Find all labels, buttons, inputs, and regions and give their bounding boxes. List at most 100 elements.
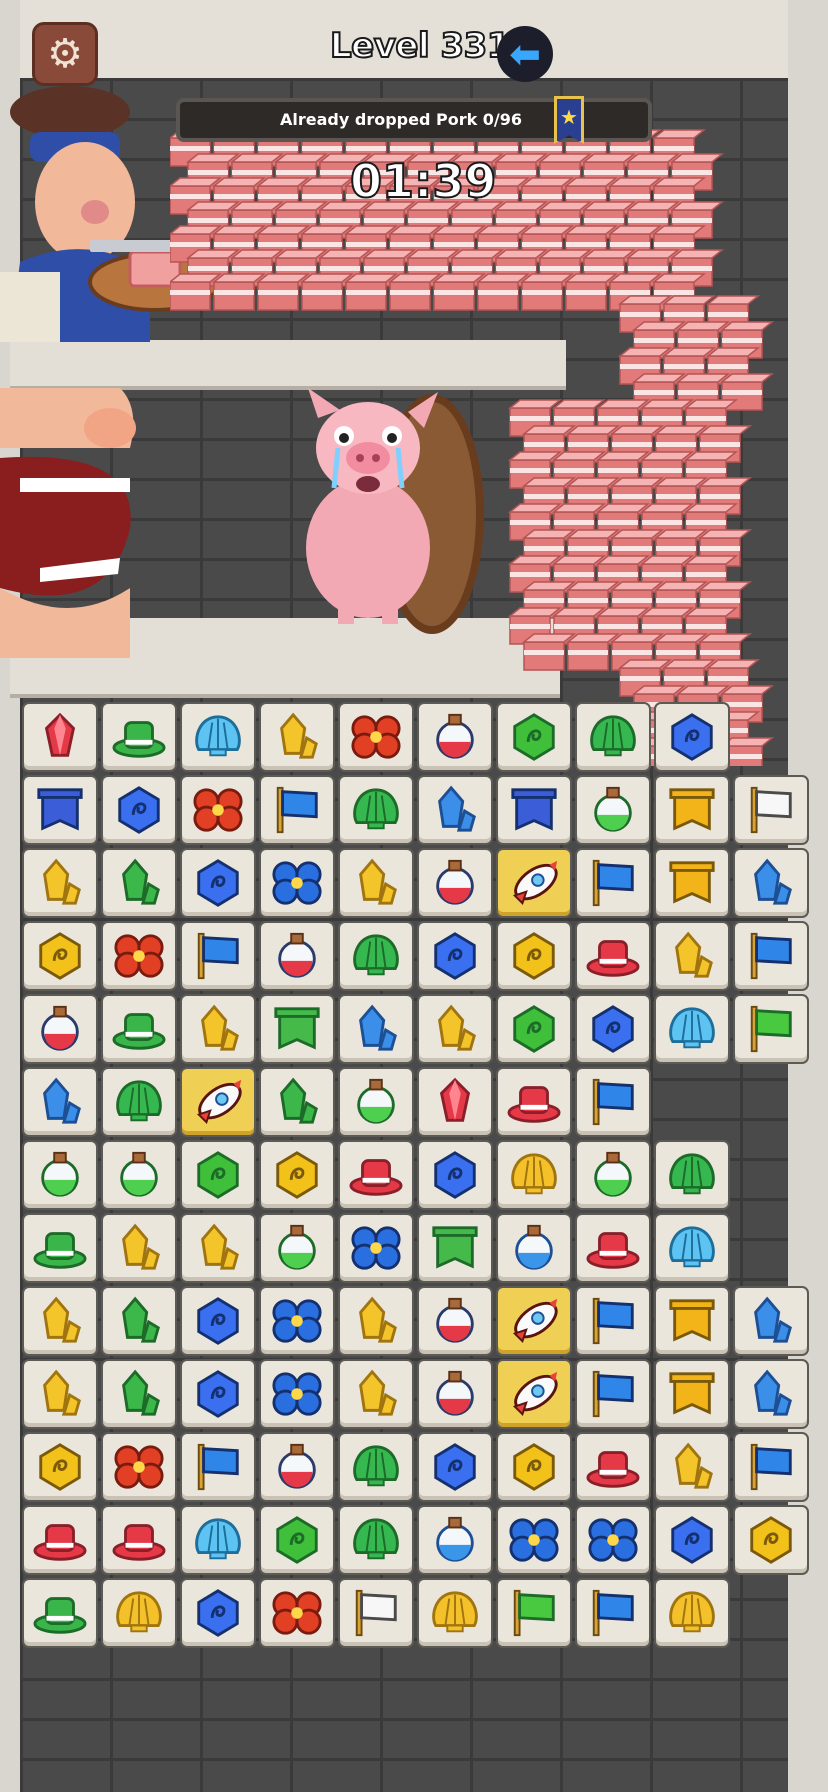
tile[interactable] [101,1140,177,1210]
tile[interactable] [22,1067,98,1137]
tile[interactable] [22,848,98,918]
tile[interactable] [654,1578,730,1648]
tile[interactable] [417,702,493,772]
tile[interactable] [496,1578,572,1648]
tile[interactable] [575,775,651,845]
tile[interactable] [259,775,335,845]
tile[interactable] [180,994,256,1064]
tile[interactable] [180,1359,256,1429]
tile[interactable] [180,775,256,845]
tile[interactable] [338,848,414,918]
tile[interactable] [180,1213,256,1283]
tile[interactable] [22,994,98,1064]
tile[interactable] [338,1286,414,1356]
tile[interactable] [101,994,177,1064]
tile[interactable] [22,1140,98,1210]
settings-button[interactable]: ⚙ [32,22,98,86]
tile[interactable] [496,1286,572,1356]
tile[interactable] [259,1505,335,1575]
tile[interactable] [101,848,177,918]
tile[interactable] [654,848,730,918]
tile[interactable] [22,1286,98,1356]
tile[interactable] [22,1213,98,1283]
tile[interactable] [259,1359,335,1429]
tile[interactable] [180,1578,256,1648]
tile[interactable] [22,921,98,991]
tile[interactable] [496,848,572,918]
tile[interactable] [733,1505,809,1575]
tile[interactable] [338,1578,414,1648]
tile[interactable] [180,1140,256,1210]
tile[interactable] [733,921,809,991]
tile[interactable] [496,994,572,1064]
tile[interactable] [654,994,730,1064]
tile[interactable] [180,848,256,918]
tile[interactable] [417,1578,493,1648]
tile[interactable] [575,1067,651,1137]
tile[interactable] [654,775,730,845]
tile[interactable] [496,1067,572,1137]
tile[interactable] [575,848,651,918]
tile[interactable] [417,1432,493,1502]
tile[interactable] [417,994,493,1064]
tile[interactable] [22,1359,98,1429]
tile[interactable] [654,1505,730,1575]
tile[interactable] [338,1505,414,1575]
tile[interactable] [259,1140,335,1210]
tile[interactable] [338,1140,414,1210]
tile[interactable] [259,1432,335,1502]
tile[interactable] [259,702,335,772]
tile[interactable] [259,848,335,918]
tile[interactable] [101,1359,177,1429]
tile[interactable] [733,1359,809,1429]
tile[interactable] [575,1140,651,1210]
tile[interactable] [575,1432,651,1502]
tile[interactable] [496,1140,572,1210]
tile[interactable] [654,1359,730,1429]
tile[interactable] [101,1213,177,1283]
tile[interactable] [575,1359,651,1429]
tile[interactable] [417,848,493,918]
tile[interactable] [338,921,414,991]
tile[interactable] [259,994,335,1064]
tile[interactable] [496,1432,572,1502]
tile[interactable] [338,994,414,1064]
tile[interactable] [417,1286,493,1356]
tile[interactable] [575,702,651,772]
tile[interactable] [417,1505,493,1575]
tile[interactable] [575,921,651,991]
tile[interactable] [733,848,809,918]
tile[interactable] [417,1067,493,1137]
tile[interactable] [259,1213,335,1283]
tile[interactable] [101,1432,177,1502]
tile[interactable] [496,1505,572,1575]
tile[interactable] [417,775,493,845]
tile[interactable] [417,1359,493,1429]
tile[interactable] [654,1140,730,1210]
tile[interactable] [180,1067,256,1137]
tile[interactable] [417,921,493,991]
back-button[interactable]: ⬅ [497,26,553,82]
tile[interactable] [101,1067,177,1137]
tile[interactable] [338,1213,414,1283]
tile[interactable] [259,1578,335,1648]
tile[interactable] [259,921,335,991]
tile[interactable] [22,702,98,772]
tile[interactable] [496,702,572,772]
tile[interactable] [575,1578,651,1648]
tile[interactable] [575,1213,651,1283]
tile[interactable] [101,1505,177,1575]
tile[interactable] [338,1359,414,1429]
tile[interactable] [338,1432,414,1502]
tile[interactable] [259,1286,335,1356]
tile[interactable] [417,1140,493,1210]
tile[interactable] [733,1286,809,1356]
tile[interactable] [496,1213,572,1283]
tile[interactable] [338,775,414,845]
tile[interactable] [22,1505,98,1575]
tile[interactable] [101,702,177,772]
tile[interactable] [338,702,414,772]
tile[interactable] [22,1432,98,1502]
tile[interactable] [22,1578,98,1648]
tile[interactable] [417,1213,493,1283]
